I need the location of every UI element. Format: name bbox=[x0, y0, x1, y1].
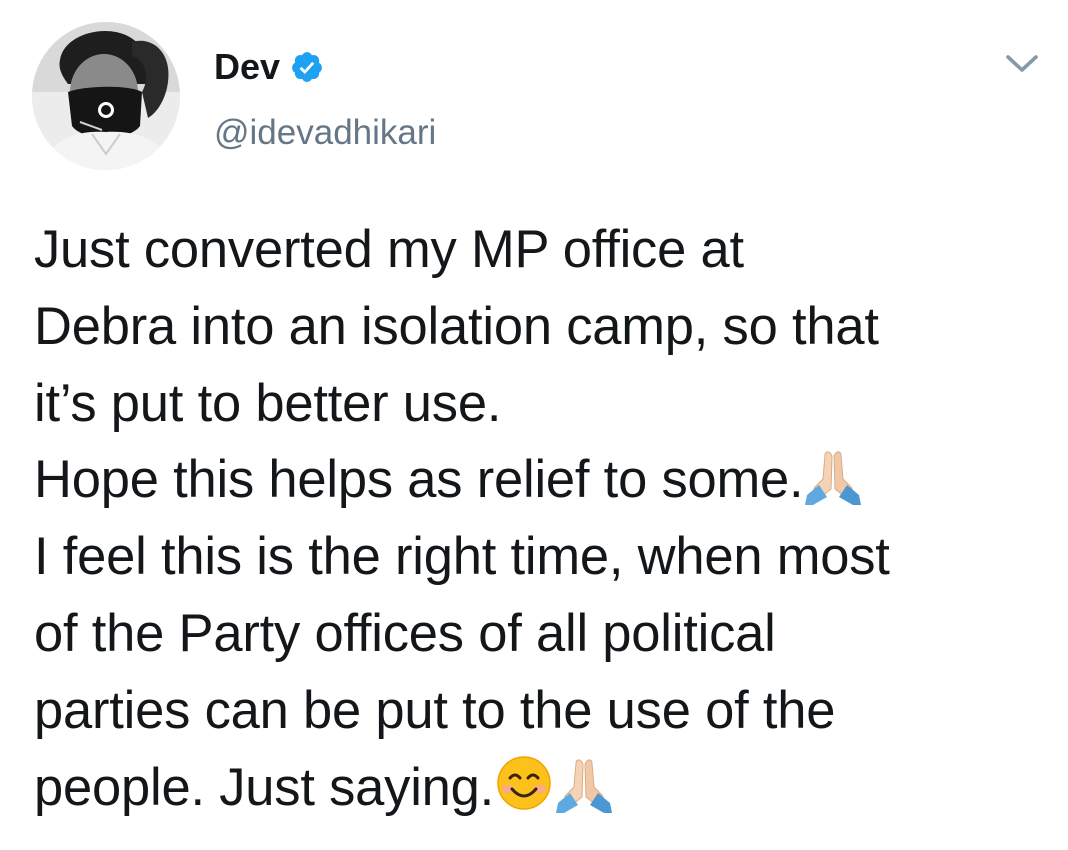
tweet-text: Just converted my MP office at Debra int… bbox=[34, 212, 1054, 826]
tweet-text-line: people. Just saying. bbox=[34, 750, 1054, 827]
folded-hands-emoji-icon bbox=[803, 445, 863, 506]
tweet-text-line: parties can be put to the use of the bbox=[34, 673, 1054, 750]
tweet-text-line: of the Party offices of all political bbox=[34, 596, 1054, 673]
tweet-text-line: Hope this helps as relief to some. bbox=[34, 442, 1054, 519]
tweet-text-segment: I feel this is the right time, when most bbox=[34, 527, 890, 587]
tweet-text-line: it’s put to better use. bbox=[34, 366, 1054, 443]
tweet-text-segment: people. Just saying. bbox=[34, 757, 495, 817]
tweet-text-segment: Hope this helps as relief to some. bbox=[34, 450, 804, 510]
tweet-text-line: I feel this is the right time, when most bbox=[34, 519, 1054, 596]
tweet-text-line: Just converted my MP office at bbox=[34, 212, 1054, 289]
author-display-name[interactable]: Dev bbox=[214, 44, 280, 90]
tweet-text-segment: it’s put to better use. bbox=[34, 373, 502, 433]
smiling-face-emoji-icon bbox=[494, 753, 554, 813]
tweet-text-segment: of the Party offices of all political bbox=[34, 603, 776, 663]
author-handle[interactable]: @idevadhikari bbox=[214, 110, 436, 156]
avatar-photo-icon bbox=[32, 22, 180, 170]
chevron-down-icon[interactable] bbox=[1003, 50, 1041, 78]
tweet-text-segment: parties can be put to the use of the bbox=[34, 680, 836, 740]
tweet-text-segment: Debra into an isolation camp, so that bbox=[34, 296, 879, 356]
tweet-text-segment: Just converted my MP office at bbox=[34, 220, 744, 279]
folded-hands-emoji-icon bbox=[554, 753, 614, 813]
tweet: Dev @idevadhikari Just converted my MP o… bbox=[0, 0, 1068, 850]
profile-avatar[interactable] bbox=[32, 22, 180, 170]
author-name-row: Dev bbox=[214, 44, 324, 90]
verified-badge-icon bbox=[290, 50, 324, 84]
tweet-text-line: Debra into an isolation camp, so that bbox=[34, 289, 1054, 366]
